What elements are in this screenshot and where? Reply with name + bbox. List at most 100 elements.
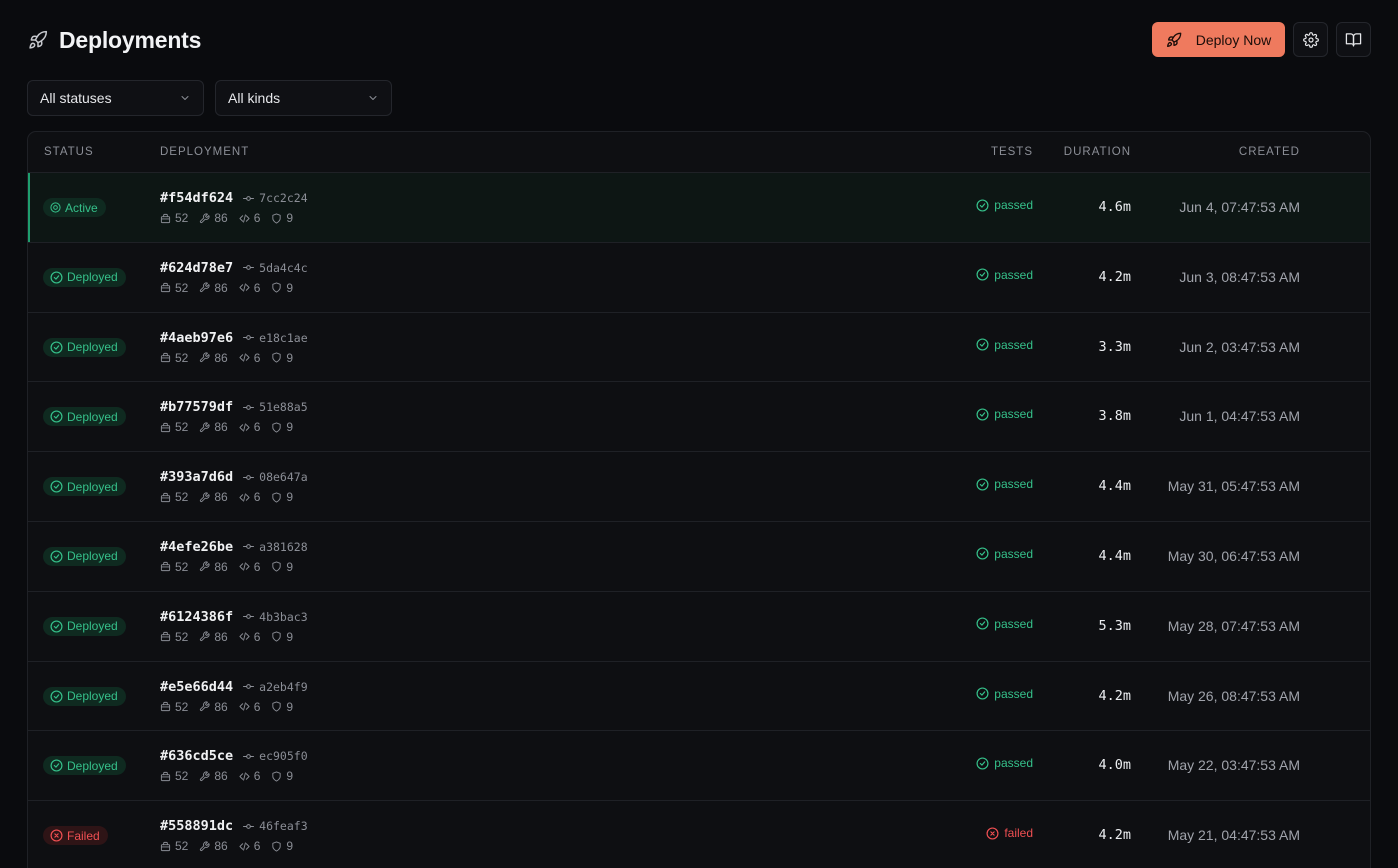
tests-label: passed (994, 616, 1033, 631)
tests-label: passed (994, 546, 1033, 561)
table-row[interactable]: Deployed #636cd5ce ec905f0 52 86 6 9 pas… (28, 731, 1370, 802)
wrench-icon (199, 561, 210, 572)
tests-label: passed (994, 756, 1033, 771)
code-icon (239, 492, 250, 503)
wrench-count: 86 (214, 350, 228, 365)
commit-hash: 5da4c4c (259, 260, 308, 275)
git-commit-icon (243, 821, 255, 832)
tests-label: passed (994, 198, 1033, 212)
tests-status: passed (976, 407, 1033, 421)
git-commit-icon (243, 541, 255, 552)
check-circle-icon (50, 341, 63, 354)
check-circle-icon (976, 338, 989, 351)
deployment-id[interactable]: #b77579df (160, 399, 233, 415)
code-count: 6 (253, 420, 261, 435)
shield-count: 9 (286, 350, 294, 365)
brand: Deployments (27, 22, 201, 58)
check-circle-icon (50, 759, 63, 772)
deployment-id[interactable]: #624d78e7 (160, 260, 233, 276)
table-row[interactable]: Deployed #624d78e7 5da4c4c 52 86 6 9 pas… (28, 243, 1370, 313)
check-circle-icon (50, 480, 63, 493)
package-count: 52 (175, 420, 189, 435)
status-filter-select[interactable]: All statuses (27, 80, 204, 116)
deployment-id[interactable]: #558891dc (160, 818, 233, 834)
filters: All statuses All kinds (27, 80, 392, 116)
wrench-stat: 86 (199, 559, 228, 574)
commit-ref: e18c1ae (243, 331, 308, 345)
wrench-icon (199, 631, 210, 642)
settings-button[interactable] (1293, 22, 1328, 57)
package-icon (160, 282, 171, 293)
status-label: Deployed (67, 479, 118, 494)
status-filter-value: All statuses (40, 90, 112, 106)
tests-status: passed (976, 268, 1033, 282)
deployment-id[interactable]: #f54df624 (160, 190, 233, 206)
deployment-stats: 52 86 6 9 (160, 630, 308, 644)
deployment-stats: 52 86 6 9 (160, 769, 308, 783)
code-count: 6 (253, 280, 261, 295)
table-row[interactable]: Deployed #4efe26be a381628 52 86 6 9 pas… (28, 522, 1370, 592)
wrench-count: 86 (214, 490, 228, 505)
commit-hash: 46feaf3 (259, 819, 308, 834)
commit-hash: 51e88a5 (259, 400, 308, 415)
code-stat: 6 (239, 280, 261, 295)
docs-button[interactable] (1336, 22, 1371, 57)
table-row[interactable]: Active #f54df624 7cc2c24 52 86 6 9 passe… (28, 173, 1370, 243)
tests-label: passed (994, 337, 1033, 352)
check-circle-icon (50, 271, 63, 284)
table-header: STATUS DEPLOYMENT TESTS DURATION CREATED (28, 132, 1370, 173)
column-header-status: STATUS (44, 146, 94, 158)
kind-filter-value: All kinds (228, 90, 281, 106)
git-commit-icon (243, 193, 255, 204)
shield-stat: 9 (271, 839, 293, 853)
wrench-icon (199, 422, 210, 433)
deployment-cell: #e5e66d44 a2eb4f9 52 86 6 9 (160, 677, 308, 714)
code-count: 6 (253, 699, 261, 714)
shield-count: 9 (286, 559, 294, 574)
shield-stat: 9 (271, 490, 293, 504)
tests-label: failed (1004, 826, 1033, 841)
package-count: 52 (175, 211, 189, 225)
commit-hash: a2eb4f9 (259, 679, 308, 694)
code-count: 6 (253, 559, 261, 574)
deployment-id[interactable]: #636cd5ce (160, 748, 233, 764)
deployment-id[interactable]: #e5e66d44 (160, 679, 233, 695)
shield-icon (271, 422, 282, 433)
deployment-id[interactable]: #4aeb97e6 (160, 330, 233, 346)
table-body: Active #f54df624 7cc2c24 52 86 6 9 passe… (28, 173, 1370, 868)
status-label: Active (65, 200, 98, 215)
kind-filter-select[interactable]: All kinds (215, 80, 392, 116)
table-row[interactable]: Deployed #393a7d6d 08e647a 52 86 6 9 pas… (28, 452, 1370, 522)
header-actions: Deploy Now (1152, 22, 1371, 57)
table-row[interactable]: Deployed #6124386f 4b3bac3 52 86 6 9 pas… (28, 592, 1370, 662)
table-row[interactable]: Deployed #e5e66d44 a2eb4f9 52 86 6 9 pas… (28, 662, 1370, 732)
duration-value: 4.2m (1098, 268, 1131, 285)
table-row[interactable]: Deployed #b77579df 51e88a5 52 86 6 9 pas… (28, 382, 1370, 453)
deploy-now-button[interactable]: Deploy Now (1152, 22, 1285, 57)
package-stat: 52 (160, 630, 188, 644)
tests-status: passed (976, 477, 1033, 491)
code-icon (239, 422, 250, 433)
rocket-icon (1166, 32, 1182, 48)
deployment-id[interactable]: #6124386f (160, 609, 233, 625)
duration-value: 5.3m (1098, 617, 1131, 634)
commit-ref: a381628 (243, 540, 308, 554)
wrench-count: 86 (214, 559, 228, 574)
package-icon (160, 422, 171, 433)
deployment-id[interactable]: #4efe26be (160, 539, 233, 555)
tests-status: passed (976, 547, 1033, 561)
check-circle-icon (976, 268, 989, 281)
package-count: 52 (175, 839, 189, 854)
package-stat: 52 (160, 420, 188, 434)
shield-stat: 9 (271, 420, 293, 434)
deployment-id[interactable]: #393a7d6d (160, 469, 233, 485)
rocket-icon (27, 29, 49, 51)
code-count: 6 (253, 490, 261, 505)
deployment-cell: #f54df624 7cc2c24 52 86 6 9 (160, 188, 308, 225)
deployment-cell: #558891dc 46feaf3 52 86 6 9 (160, 816, 308, 853)
git-commit-icon (243, 332, 255, 343)
created-timestamp: May 30, 06:47:53 AM (1167, 547, 1300, 564)
table-row[interactable]: Failed #558891dc 46feaf3 52 86 6 9 faile… (28, 801, 1370, 868)
deployment-stats: 52 86 6 9 (160, 420, 308, 434)
table-row[interactable]: Deployed #4aeb97e6 e18c1ae 52 86 6 9 pas… (28, 313, 1370, 383)
